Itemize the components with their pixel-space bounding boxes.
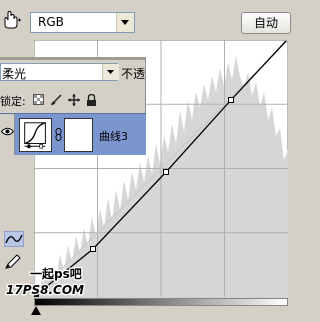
layer-name[interactable]: 曲线3 [99, 128, 128, 144]
black-point-slider[interactable] [31, 306, 41, 315]
layer-mask-thumbnail[interactable] [64, 118, 93, 152]
watermark: 一起ps吧 17PS8.COM [5, 265, 86, 299]
curve-point[interactable] [163, 169, 169, 175]
lock-brush-icon[interactable] [50, 94, 62, 106]
channel-value: RGB [38, 15, 64, 29]
curve-tool-icon[interactable] [4, 231, 24, 247]
panel-divider [0, 57, 146, 60]
dropdown-arrow-icon[interactable] [116, 13, 134, 32]
opacity-label: 不透 [121, 67, 146, 81]
visibility-toggle[interactable] [0, 114, 15, 155]
curve-point[interactable] [90, 246, 96, 252]
hand-point-icon[interactable] [2, 10, 22, 29]
blend-mode-value: 柔光 [2, 67, 27, 81]
auto-button[interactable]: 自动 [241, 12, 291, 34]
layers-panel: 柔光 不透 锁定: 曲线3 [0, 57, 146, 155]
curves-adjustment-thumbnail[interactable] [19, 118, 52, 152]
lock-transparent-icon[interactable] [33, 94, 44, 105]
layer-row-curves[interactable]: 曲线3 [0, 113, 146, 155]
watermark-line2: 17PS8.COM [6, 283, 84, 297]
link-icon[interactable] [55, 128, 62, 141]
curve-point[interactable] [228, 97, 234, 103]
lock-move-icon[interactable] [68, 94, 80, 106]
dropdown-arrow-icon[interactable] [102, 64, 119, 80]
lock-label: 锁定: [0, 95, 26, 108]
blend-mode-select[interactable]: 柔光 [0, 63, 119, 81]
eye-icon [1, 127, 14, 136]
channel-select[interactable]: RGB [30, 12, 135, 33]
watermark-line1: 一起ps吧 [30, 266, 82, 281]
lock-all-icon[interactable] [86, 94, 97, 106]
